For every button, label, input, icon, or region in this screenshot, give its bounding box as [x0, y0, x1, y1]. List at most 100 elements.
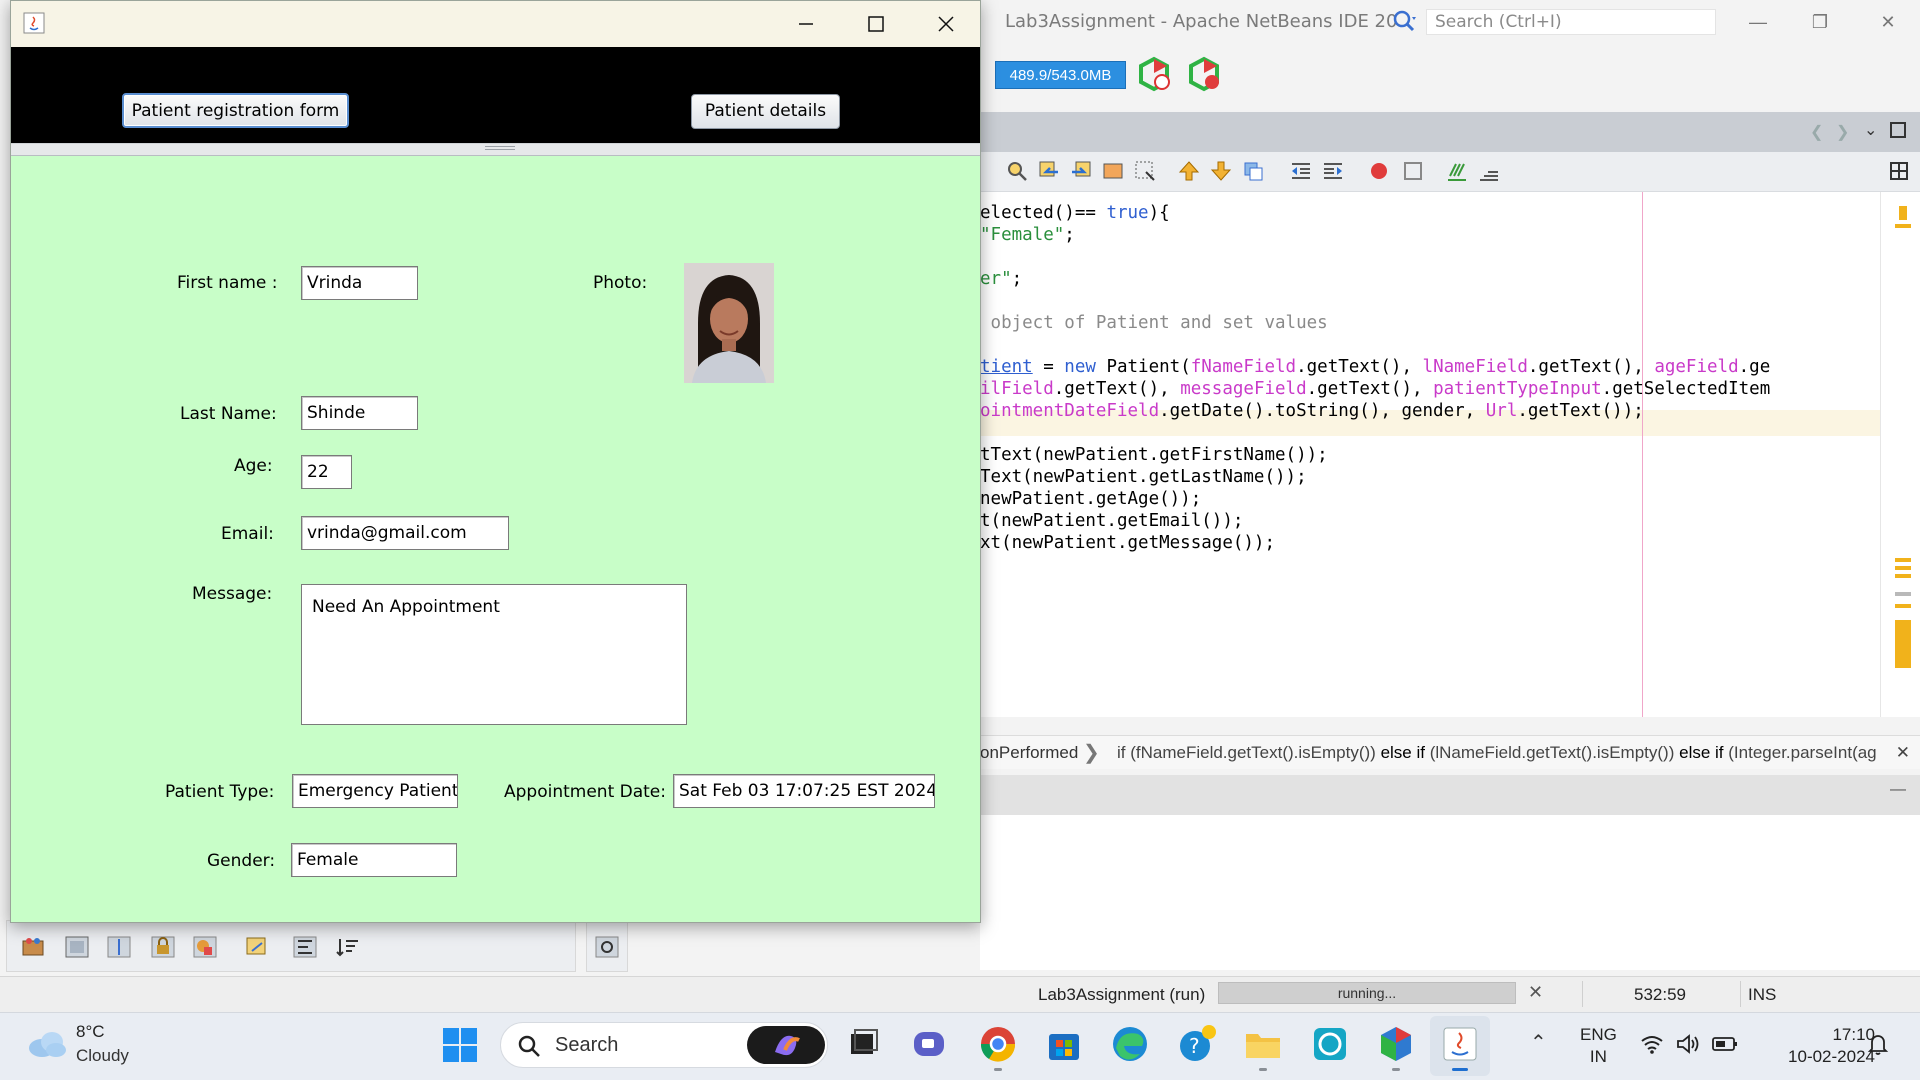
tab-scroll-right-icon[interactable]: ❯ [1836, 122, 1849, 142]
volume-icon[interactable] [1676, 1034, 1700, 1054]
alexa-icon[interactable] [1310, 1024, 1350, 1064]
tab-scroll-left-icon[interactable]: ❮ [1810, 122, 1823, 142]
cancel-process-icon[interactable]: ✕ [1528, 982, 1543, 1003]
minimize-icon[interactable]: — [1738, 6, 1778, 38]
align-icon[interactable] [292, 935, 318, 959]
panel-icon[interactable] [64, 935, 90, 959]
code-line[interactable]: er"; [980, 266, 1022, 292]
email-field[interactable]: vrinda@gmail.com [301, 516, 509, 550]
next-bookmark-icon[interactable] [1210, 160, 1232, 182]
annotation-marker[interactable] [1895, 574, 1911, 578]
rectangular-selection-icon[interactable] [1134, 160, 1156, 182]
app-title-bar[interactable] [11, 1, 980, 47]
annotation-marker[interactable] [1895, 558, 1911, 562]
notification-bell-icon[interactable] [1866, 1032, 1890, 1056]
patient-registration-form-button[interactable]: Patient registration form [122, 93, 349, 128]
chevron-down-icon[interactable]: ⌄ [1864, 120, 1877, 140]
chrome-icon[interactable] [978, 1024, 1018, 1064]
close-icon[interactable] [917, 8, 975, 40]
profile-icon[interactable] [1136, 56, 1172, 92]
task-view-icon[interactable] [843, 1024, 883, 1064]
shift-right-icon[interactable] [1322, 160, 1344, 182]
file-explorer-icon[interactable] [1243, 1024, 1283, 1064]
close-breadcrumb-icon[interactable]: ✕ [1896, 736, 1910, 769]
age-field[interactable]: 22 [301, 455, 352, 489]
warning-marker[interactable] [1899, 206, 1907, 220]
last-name-field[interactable]: Shinde [301, 396, 418, 430]
annotation-marker[interactable] [1895, 566, 1911, 570]
netbeans-icon[interactable] [1376, 1024, 1416, 1064]
code-line[interactable]: ointmentDateField.getDate().toString(), … [980, 398, 1644, 424]
taskbar-search-box[interactable]: Search [500, 1022, 828, 1068]
find-previous-icon[interactable] [1038, 160, 1060, 182]
uncomment-icon[interactable] [1478, 160, 1500, 182]
patient-type-field[interactable]: Emergency Patient [292, 774, 458, 808]
java-app-icon[interactable] [1440, 1024, 1480, 1064]
microsoft-store-icon[interactable] [1044, 1024, 1084, 1064]
insert-mode[interactable]: INS [1748, 985, 1776, 1005]
battery-icon[interactable] [1712, 1034, 1738, 1054]
shapes-icon[interactable] [192, 935, 218, 959]
toggle-bookmark-icon[interactable] [1242, 160, 1264, 182]
lock-icon[interactable] [150, 935, 176, 959]
wifi-icon[interactable] [1640, 1034, 1664, 1054]
search-icon[interactable] [1392, 9, 1418, 35]
start-macro-recording-icon[interactable] [1368, 160, 1390, 182]
progress-bar[interactable]: running... [1218, 982, 1516, 1004]
minimize-panel-icon[interactable]: — [1890, 781, 1906, 799]
code-line[interactable]: "Female"; [980, 222, 1075, 248]
divider-grip-icon[interactable] [485, 146, 515, 150]
close-icon[interactable]: ✕ [1868, 6, 1908, 38]
toggle-highlight-icon[interactable] [1102, 160, 1124, 182]
shift-left-icon[interactable] [1290, 160, 1312, 182]
code-line[interactable]: xt(newPatient.getMessage()); [980, 530, 1275, 556]
split-editor-icon[interactable] [1888, 160, 1910, 182]
annotation-marker[interactable] [1895, 604, 1911, 608]
windows-start-icon[interactable] [441, 1026, 479, 1064]
code-token: er" [980, 269, 1012, 289]
maximize-icon[interactable] [1890, 122, 1906, 138]
running-project-label[interactable]: Lab3Assignment (run) [1038, 985, 1205, 1005]
message-textarea[interactable]: Need An Appointment [301, 584, 687, 725]
chevron-up-icon[interactable]: ⌃ [1530, 1030, 1547, 1055]
code-editor[interactable]: elected()== true){"Female"; er"; object o… [980, 192, 1880, 717]
weather-condition[interactable]: Cloudy [76, 1046, 129, 1066]
cloud-icon[interactable] [26, 1026, 68, 1060]
preview-design-icon[interactable] [244, 935, 270, 959]
comment-icon[interactable] [1446, 160, 1468, 182]
running-indicator [1259, 1068, 1267, 1071]
first-name-field[interactable]: Vrinda [301, 266, 418, 300]
minimize-icon[interactable] [777, 8, 835, 40]
previous-bookmark-icon[interactable] [1178, 160, 1200, 182]
get-help-icon[interactable]: ? [1177, 1024, 1217, 1064]
profile-stop-icon[interactable] [1186, 56, 1222, 92]
weather-temperature[interactable]: 8°C [76, 1022, 105, 1042]
annotation-marker[interactable] [1895, 620, 1911, 668]
restore-icon[interactable]: ❐ [1800, 6, 1840, 38]
find-next-icon[interactable] [1070, 160, 1092, 182]
breadcrumb-path[interactable]: if (fNameField.getText().isEmpty()) else… [1117, 736, 1877, 769]
breadcrumb-method[interactable]: onPerformed [980, 736, 1078, 769]
sort-icon[interactable] [336, 935, 362, 959]
properties-icon[interactable] [594, 935, 620, 959]
stop-macro-recording-icon[interactable] [1402, 160, 1424, 182]
gender-field[interactable]: Female [291, 843, 457, 877]
code-line[interactable]: object of Patient and set values [980, 310, 1328, 336]
caret-position[interactable]: 532:59 [1634, 985, 1686, 1005]
patient-details-button[interactable]: Patient details [691, 94, 840, 129]
appointment-date-field[interactable]: Sat Feb 03 17:07:25 EST 2024 [673, 774, 935, 808]
palette-icon[interactable] [20, 935, 46, 959]
teams-chat-icon[interactable] [910, 1024, 950, 1064]
memory-usage-badge[interactable]: 489.9/543.0MB [995, 61, 1126, 89]
copilot-icon[interactable] [747, 1026, 825, 1064]
ide-search-input[interactable]: Search (Ctrl+I) [1426, 9, 1716, 35]
language-indicator[interactable]: ENG IN [1580, 1024, 1617, 1068]
maximize-icon[interactable] [847, 8, 905, 40]
annotation-marker[interactable] [1895, 224, 1911, 228]
split-pane-divider[interactable] [11, 143, 980, 156]
system-clock[interactable]: 17:10 10-02-2024 [1765, 1024, 1875, 1068]
scroll-position-marker[interactable] [1895, 592, 1911, 596]
separator-icon[interactable] [106, 935, 132, 959]
edge-icon[interactable] [1110, 1024, 1150, 1064]
find-icon[interactable] [1006, 160, 1028, 182]
